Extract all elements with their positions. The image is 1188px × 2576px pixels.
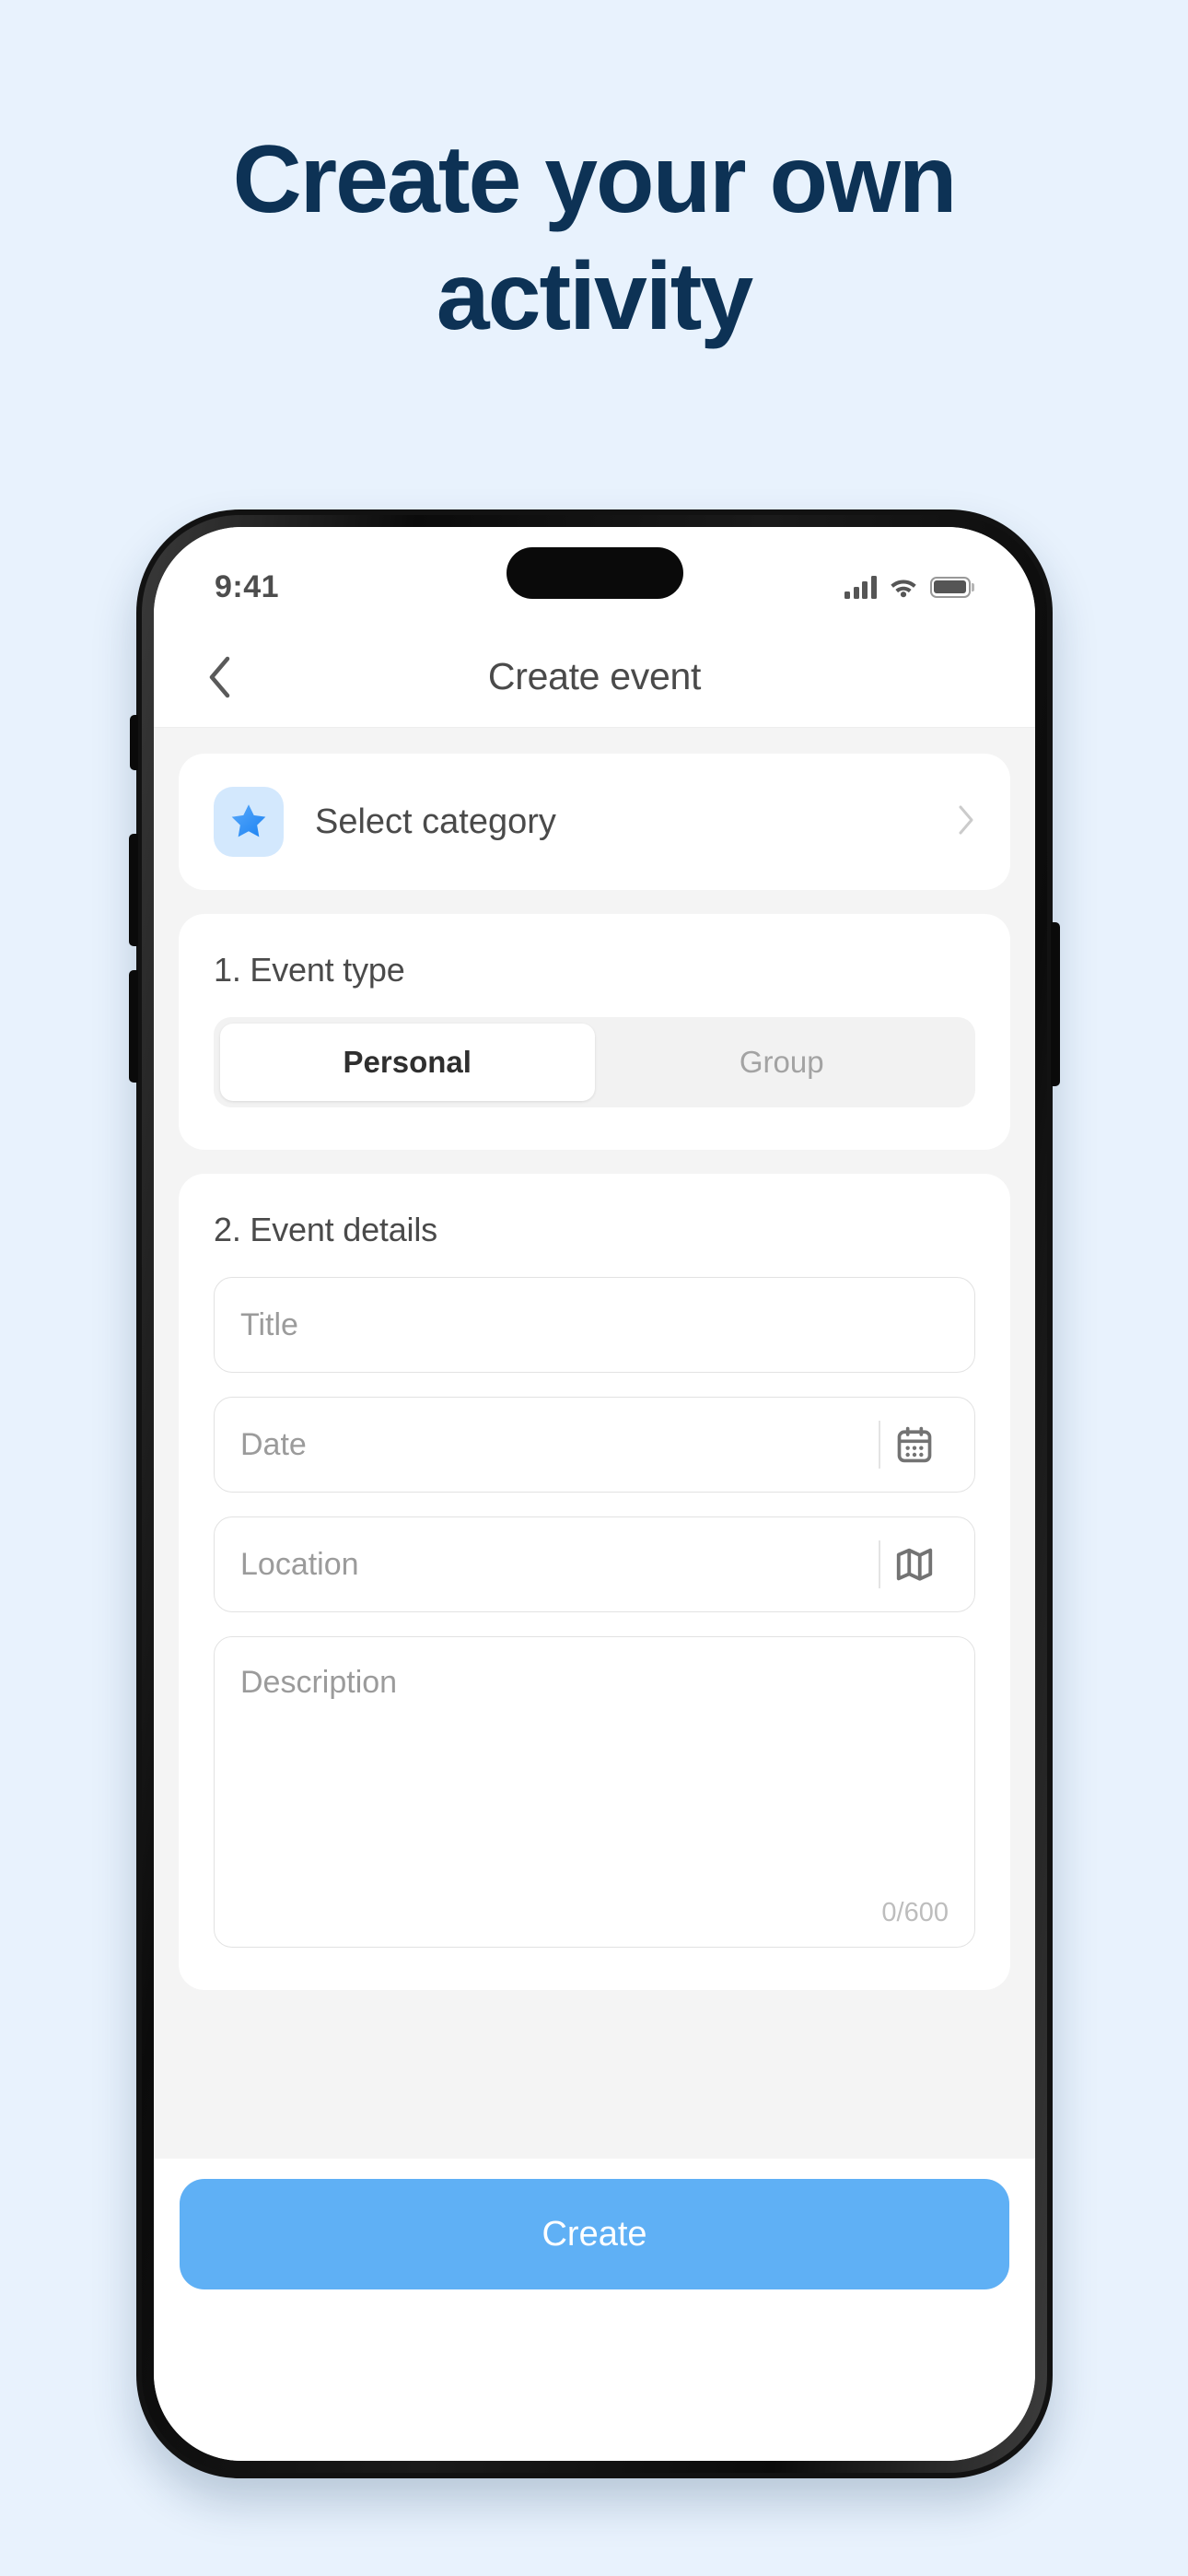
navigation-bar: Create event <box>154 626 1035 728</box>
description-placeholder: Description <box>240 1665 398 1700</box>
status-time: 9:41 <box>215 568 280 604</box>
map-icon <box>896 1548 933 1581</box>
volume-down-button[interactable] <box>129 970 138 1083</box>
phone-screen: 9:41 Create event Select category 1. Eve… <box>154 527 1035 2461</box>
segment-personal[interactable]: Personal <box>220 1024 595 1101</box>
select-category-row[interactable]: Select category <box>179 754 1010 890</box>
event-type-card: 1. Event type Personal Group <box>179 914 1010 1150</box>
character-counter: 0/600 <box>881 1898 949 1927</box>
title-placeholder: Title <box>240 1306 298 1342</box>
segment-group[interactable]: Group <box>595 1024 970 1101</box>
category-icon-container <box>214 787 284 857</box>
event-details-card: 2. Event details Title Date Location Des… <box>179 1174 1010 1990</box>
volume-up-button[interactable] <box>129 834 138 946</box>
back-button[interactable] <box>192 650 246 704</box>
create-button[interactable]: Create <box>180 2179 1009 2289</box>
battery-icon <box>929 576 974 598</box>
calendar-icon-button[interactable] <box>880 1424 949 1465</box>
wifi-icon <box>890 580 916 598</box>
date-placeholder: Date <box>240 1426 307 1462</box>
title-input[interactable]: Title <box>214 1277 975 1373</box>
calendar-icon <box>897 1426 932 1463</box>
status-bar: 9:41 <box>154 527 1035 626</box>
phone-frame: 9:41 Create event Select category 1. Eve… <box>129 509 1060 2478</box>
page-title: Create event <box>487 655 702 697</box>
status-indicators <box>844 575 974 599</box>
location-input[interactable]: Location <box>214 1516 975 1612</box>
form-content: Select category 1. Event type Personal G… <box>154 728 1035 2159</box>
bottom-action-bar: Create <box>154 2159 1035 2461</box>
silence-switch[interactable] <box>130 715 138 770</box>
headline-line-2: activity <box>436 242 753 350</box>
chevron-right-icon <box>957 804 975 840</box>
promo-headline: Create your own activity <box>0 122 1188 356</box>
date-input[interactable]: Date <box>214 1397 975 1493</box>
chevron-left-icon <box>209 656 230 697</box>
cellular-signal-icon <box>844 575 877 599</box>
headline-line-1: Create your own <box>232 126 958 233</box>
star-icon <box>231 804 266 837</box>
event-details-title: 2. Event details <box>214 1211 437 1248</box>
location-placeholder: Location <box>240 1546 359 1582</box>
event-type-title: 1. Event type <box>214 951 405 989</box>
map-icon-button[interactable] <box>880 1543 949 1586</box>
description-input[interactable]: Description 0/600 <box>214 1636 975 1948</box>
event-type-segmented-control: Personal Group <box>214 1017 975 1107</box>
power-button[interactable] <box>1051 922 1060 1086</box>
select-category-label: Select category <box>315 802 556 841</box>
dynamic-island <box>506 547 683 599</box>
